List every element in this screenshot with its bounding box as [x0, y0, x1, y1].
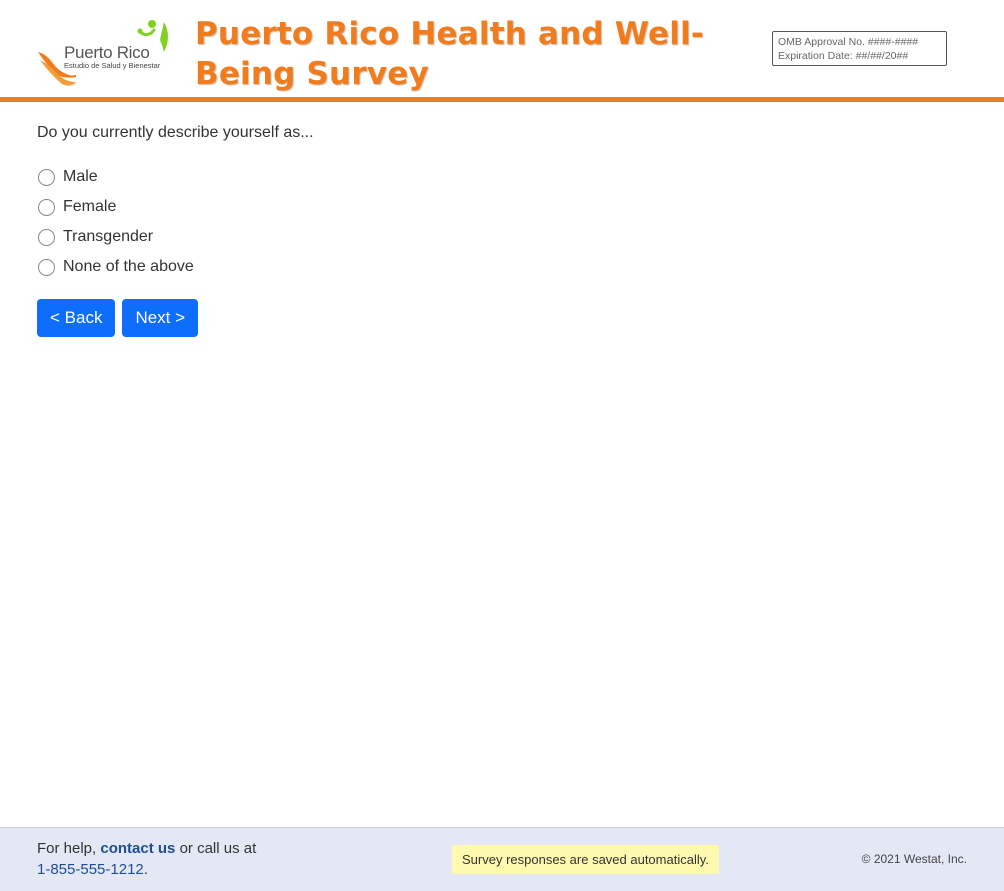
option-label: Male — [63, 168, 98, 185]
site-footer: For help, contact us or call us at 1-855… — [0, 827, 1004, 891]
contact-us-link[interactable]: contact us — [100, 840, 175, 857]
help-middle: or call us at — [179, 840, 257, 857]
phone-number-link[interactable]: 1-855-555-1212 — [37, 861, 144, 878]
back-button[interactable]: < Back — [37, 299, 116, 337]
option-transgender[interactable]: Transgender — [38, 222, 194, 252]
next-button[interactable]: Next > — [122, 299, 199, 337]
puerto-rico-logo: Puerto Rico Estudio de Salud y Bienestar — [36, 16, 176, 88]
radio-button[interactable] — [38, 198, 55, 216]
copyright-text: © 2021 Westat, Inc. — [861, 852, 967, 866]
radio-button[interactable] — [38, 228, 55, 246]
answer-options: Male Female Transgender None of the abov… — [38, 162, 194, 282]
site-header: Puerto Rico Estudio de Salud y Bienestar… — [0, 0, 1004, 97]
option-none-of-the-above[interactable]: None of the above — [38, 252, 194, 282]
logo-name: Puerto Rico — [64, 43, 150, 62]
option-label: Transgender — [63, 228, 154, 245]
autosave-notice: Survey responses are saved automatically… — [452, 845, 719, 874]
omb-info-box: OMB Approval No. ####-#### Expiration Da… — [772, 31, 947, 66]
logo-tagline: Estudio de Salud y Bienestar — [64, 61, 161, 70]
phone-suffix: . — [143, 861, 148, 878]
radio-button[interactable] — [38, 258, 55, 276]
option-label: None of the above — [63, 258, 194, 275]
option-female[interactable]: Female — [38, 192, 194, 222]
question-text: Do you currently describe yourself as... — [37, 124, 314, 141]
navigation-buttons: < Back Next > — [37, 299, 199, 337]
page-title: Puerto Rico Health and Well-Being Survey — [195, 16, 704, 92]
omb-approval-number: OMB Approval No. ####-#### — [778, 36, 919, 48]
help-prefix: For help, — [37, 840, 97, 857]
option-male[interactable]: Male — [38, 162, 194, 192]
header-divider — [0, 97, 1004, 102]
radio-button[interactable] — [38, 168, 55, 186]
help-text: For help, contact us or call us at 1-855… — [37, 838, 256, 880]
option-label: Female — [63, 198, 117, 215]
survey-page: Puerto Rico Estudio de Salud y Bienestar… — [0, 0, 1004, 891]
omb-expiration-date: Expiration Date: ##/##/20## — [778, 50, 909, 62]
